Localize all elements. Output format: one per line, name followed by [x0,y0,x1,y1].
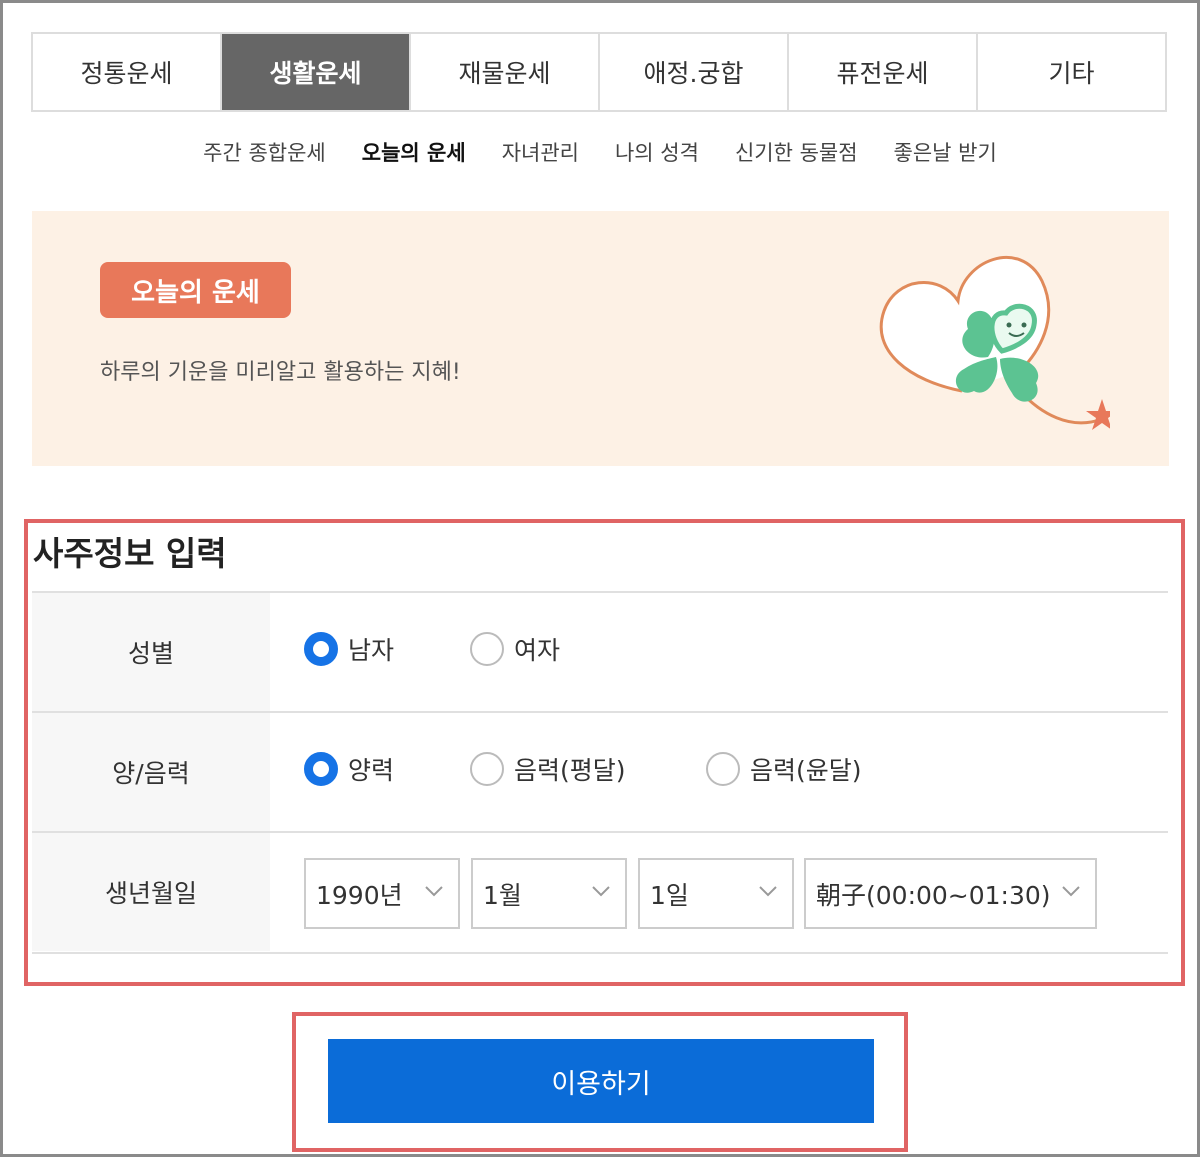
calendar-lunar-normal-label: 음력(평달) [514,756,626,785]
form-title: 사주정보 입력 [33,534,227,573]
calendar-solar-label: 양력 [348,756,395,785]
birthdate-selects: 1990년 1월 1일 朝子(00:00~01:30) [270,833,1168,951]
calendar-radio-lunar-normal[interactable]: 음력(평달) [470,751,626,787]
calendar-lunar-leap-label: 음력(윤달) [750,756,862,785]
calendar-radio-solar[interactable]: 양력 [304,751,394,787]
gender-radio-female[interactable]: 여자 [470,631,560,667]
tab-fusion[interactable]: 퓨전운세 [789,34,978,110]
birth-month-value: 1월 [483,880,522,910]
birth-time-select[interactable]: 朝子(00:00~01:30) [804,858,1097,929]
gender-row: 성별 남자 여자 [32,591,1168,711]
birthdate-label: 생년월일 [32,833,270,951]
birth-day-value: 1일 [650,880,689,910]
form-bottom-divider [32,952,1168,954]
chevron-down-icon [1062,886,1080,897]
tab-saenghwal[interactable]: 생활운세 [222,34,411,110]
radio-unchecked-icon [706,752,740,786]
radio-unchecked-icon [470,632,504,666]
radio-unchecked-icon [470,752,504,786]
tab-etc[interactable]: 기타 [978,34,1165,110]
submit-button[interactable]: 이용하기 [328,1039,874,1123]
birth-time-value: 朝子(00:00~01:30) [816,880,1051,910]
birth-month-select[interactable]: 1월 [471,858,627,929]
gender-male-label: 남자 [348,636,395,665]
chevron-down-icon [425,886,443,897]
main-category-tabs: 정통운세 생활운세 재물운세 애정.궁합 퓨전운세 기타 [31,32,1167,112]
subtab-good-day[interactable]: 좋은날 받기 [894,137,997,167]
radio-checked-icon [304,632,338,666]
calendar-label: 양/음력 [32,713,270,831]
tab-jeongtong[interactable]: 정통운세 [33,34,222,110]
chevron-down-icon [759,886,777,897]
calendar-options: 양력 음력(평달) 음력(윤달) [270,713,1168,831]
banner-badge: 오늘의 운세 [100,262,291,318]
subtab-child-care[interactable]: 자녀관리 [502,137,579,167]
birth-year-select[interactable]: 1990년 [304,858,460,929]
chevron-down-icon [592,886,610,897]
calendar-radio-lunar-leap[interactable]: 음력(윤달) [706,751,862,787]
birthdate-row: 생년월일 1990년 1월 1일 朝子(00:00~01:30) [32,831,1168,951]
subtab-today-fortune[interactable]: 오늘의 운세 [362,137,466,167]
subtab-my-personality[interactable]: 나의 성격 [615,137,699,167]
tab-jaemul[interactable]: 재물운세 [411,34,600,110]
subtab-weekly-fortune[interactable]: 주간 종합운세 [203,137,326,167]
sub-category-tabs: 주간 종합운세 오늘의 운세 자녀관리 나의 성격 신기한 동물점 좋은날 받기 [0,132,1200,172]
fortune-banner: 오늘의 운세 하루의 기운을 미리알고 활용하는 지혜! [32,211,1169,466]
gender-label: 성별 [32,593,270,711]
birth-day-select[interactable]: 1일 [638,858,794,929]
four-leaf-clover-heart-icon [879,255,1110,430]
birth-year-value: 1990년 [316,880,403,910]
subtab-animal-fortune[interactable]: 신기한 동물점 [735,137,858,167]
gender-radio-male[interactable]: 남자 [304,631,394,667]
tab-aejeong-gunghap[interactable]: 애정.궁합 [600,34,789,110]
calendar-row: 양/음력 양력 음력(평달) 음력(윤달) [32,711,1168,831]
banner-description: 하루의 기운을 미리알고 활용하는 지혜! [100,360,461,385]
gender-options: 남자 여자 [270,593,1168,711]
gender-female-label: 여자 [514,636,561,665]
radio-checked-icon [304,752,338,786]
